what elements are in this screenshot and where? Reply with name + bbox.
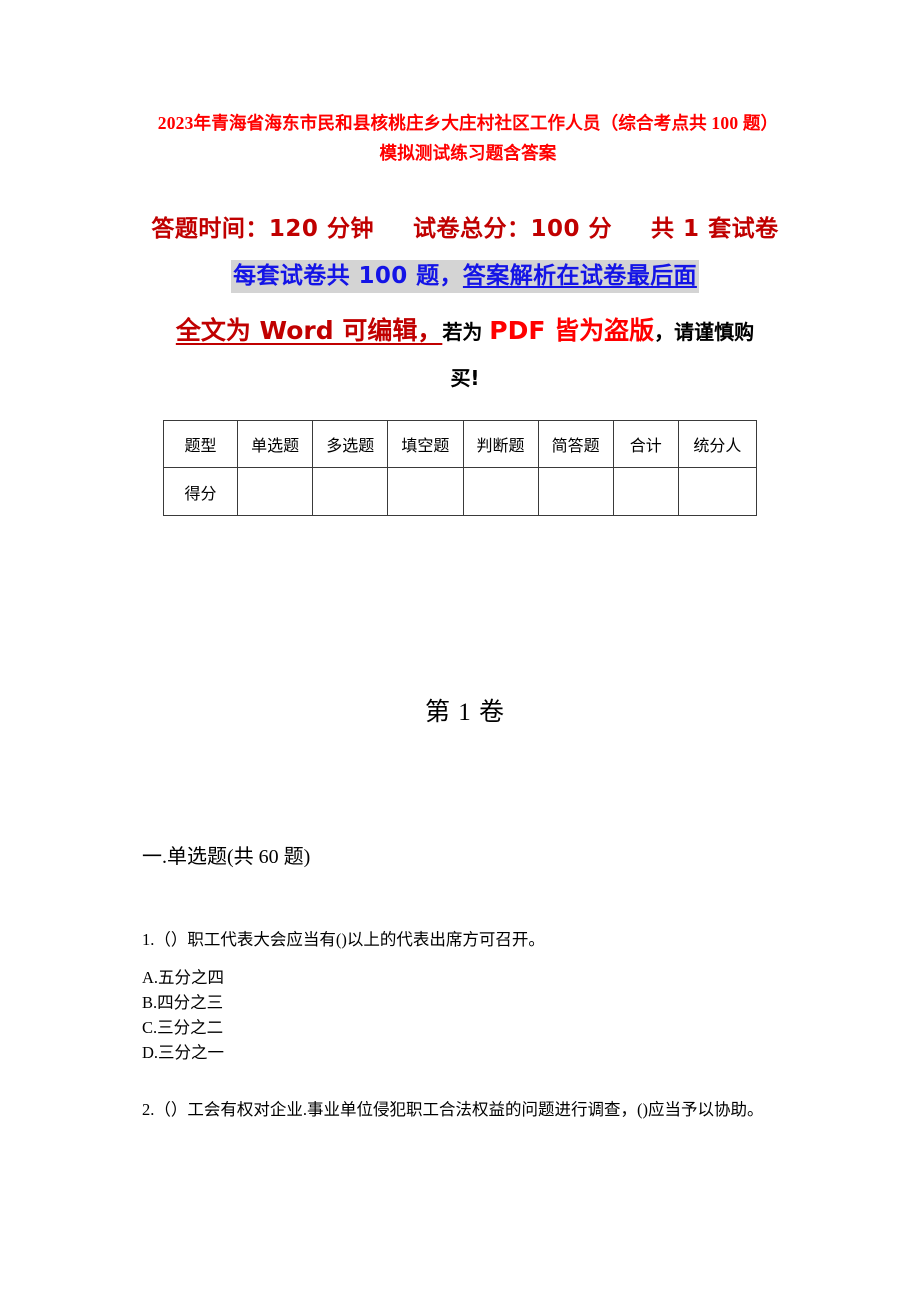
score-cell[interactable] <box>677 467 758 516</box>
score-row-label: 得分 <box>162 467 239 516</box>
question-item: 2.（）工会有权对企业.事业单位侵犯职工合法权益的问题进行调查，()应当予以协助… <box>142 1095 794 1125</box>
question-item: 1.（）职工代表大会应当有()以上的代表出席方可召开。 A.五分之四 B.四分之… <box>142 925 794 1065</box>
option-c[interactable]: C.三分之二 <box>142 1015 794 1040</box>
table-header-cell: 填空题 <box>387 420 464 468</box>
option-b[interactable]: B.四分之三 <box>142 990 794 1015</box>
section-heading: 一.单选题(共 60 题) <box>142 846 311 868</box>
headline-block: 答题时间：120 分钟 试卷总分：100 分 共 1 套试卷 每套试卷共 100… <box>140 208 790 399</box>
document-page: 2023年青海省海东市民和县核桃庄乡大庄村社区工作人员（综合考点共 100 题）… <box>0 0 920 1302</box>
purchase-text: 买! <box>450 366 480 390</box>
question-stem: 1.（）职工代表大会应当有()以上的代表出席方可召开。 <box>142 930 545 949</box>
paper-count-text: 共 1 套试卷 <box>651 216 779 242</box>
answer-location-link[interactable]: 答案解析在试卷最后面 <box>463 263 697 289</box>
if-text: 若为 <box>442 320 490 344</box>
table-row: 得分 <box>162 467 758 516</box>
highlight-note: 每套试卷共 100 题，答案解析在试卷最后面 <box>231 260 699 293</box>
table-header-cell: 判断题 <box>462 420 539 468</box>
question-stem: 2.（）工会有权对企业.事业单位侵犯职工合法权益的问题进行调查，()应当予以协助… <box>142 1100 764 1119</box>
page-title: 2023年青海省海东市民和县核桃庄乡大庄村社区工作人员（综合考点共 100 题）… <box>157 113 779 163</box>
score-cell[interactable] <box>387 467 464 516</box>
score-cell[interactable] <box>612 467 679 516</box>
caution-text: ，请谨慎购 <box>654 320 755 344</box>
table-header-cell: 合计 <box>612 420 679 468</box>
table-header-cell: 统分人 <box>677 420 758 468</box>
exam-meta-line: 答题时间：120 分钟 试卷总分：100 分 共 1 套试卷 <box>140 208 790 250</box>
score-cell[interactable] <box>312 467 389 516</box>
score-cell[interactable] <box>537 467 614 516</box>
copyright-notice-line: 全文为 Word 可编辑，若为 PDF 皆为盗版，请谨慎购 <box>140 309 790 357</box>
option-list: A.五分之四 B.四分之三 C.三分之二 D.三分之一 <box>142 965 794 1065</box>
table-header-row: 题型 单选题 多选题 填空题 判断题 简答题 合计 统分人 <box>162 420 758 468</box>
table-header-cell: 题型 <box>162 420 239 468</box>
question-list: 1.（）职工代表大会应当有()以上的代表出席方可召开。 A.五分之四 B.四分之… <box>142 925 794 1135</box>
option-d[interactable]: D.三分之一 <box>142 1040 794 1065</box>
question-count-text: 每套试卷共 100 题， <box>233 263 463 289</box>
score-cell[interactable] <box>237 467 314 516</box>
option-a[interactable]: A.五分之四 <box>142 965 794 990</box>
table-header-cell: 单选题 <box>237 420 314 468</box>
table-header-cell: 简答题 <box>537 420 614 468</box>
total-score-text: 试卷总分：100 分 <box>412 216 613 242</box>
word-editable-text: 全文为 Word 可编辑， <box>175 316 443 345</box>
table-header-cell: 多选题 <box>312 420 389 468</box>
score-cell[interactable] <box>462 467 539 516</box>
answer-time-text: 答题时间：120 分钟 <box>151 216 374 242</box>
pdf-piracy-text: PDF 皆为盗版 <box>489 316 655 345</box>
highlight-note-line: 每套试卷共 100 题，答案解析在试卷最后面 <box>140 254 790 301</box>
volume-heading: 第 1 卷 <box>424 699 505 726</box>
score-table: 题型 单选题 多选题 填空题 判断题 简答题 合计 统分人 得分 <box>162 420 758 516</box>
